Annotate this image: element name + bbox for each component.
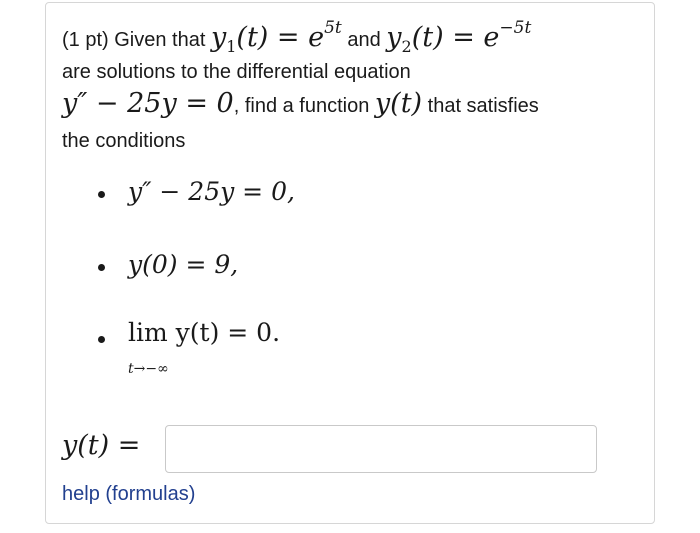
answer-input[interactable] <box>165 425 597 473</box>
condition-limit: lim y(t) = 0. <box>128 318 280 347</box>
and-text: and <box>341 29 387 51</box>
satisfies-text: that satisfies <box>422 95 539 117</box>
problem-line-3: y″ − 25y = 0, find a function y(t) that … <box>62 88 539 119</box>
y2-symbol: y <box>386 22 402 53</box>
problem-line-4: the conditions <box>62 130 186 152</box>
y2-subscript: 2 <box>401 37 412 56</box>
y2-definition: (t) = e <box>411 22 500 53</box>
bullet-1 <box>98 191 105 198</box>
help-formulas-link[interactable]: help (formulas) <box>62 483 195 506</box>
limit-subscript: t→−∞ <box>128 361 169 377</box>
condition-initial-value: y(0) = 9, <box>128 250 239 279</box>
find-text: , find a function <box>233 95 375 117</box>
y1-exponent: 5t <box>324 18 342 38</box>
limit-expression: lim y(t) = 0. <box>128 318 281 347</box>
condition-ode: y″ − 25y = 0, <box>128 177 295 206</box>
bullet-3 <box>98 336 105 343</box>
bullet-2 <box>98 264 105 271</box>
problem-prefix: (1 pt) Given that <box>62 29 211 51</box>
function-symbol: y(t) <box>374 88 423 119</box>
y2-exponent: −5t <box>499 18 532 38</box>
problem-line-2: are solutions to the differential equati… <box>62 61 411 83</box>
problem-line-1: (1 pt) Given that y1(t) = e5t and y2(t) … <box>62 18 531 56</box>
y1-symbol: y <box>210 22 227 53</box>
y1-definition: (t) = e <box>236 22 325 53</box>
answer-label: y(t) = <box>62 430 141 461</box>
y1-subscript: 1 <box>226 37 237 56</box>
ode-equation: y″ − 25y = 0 <box>62 88 234 119</box>
